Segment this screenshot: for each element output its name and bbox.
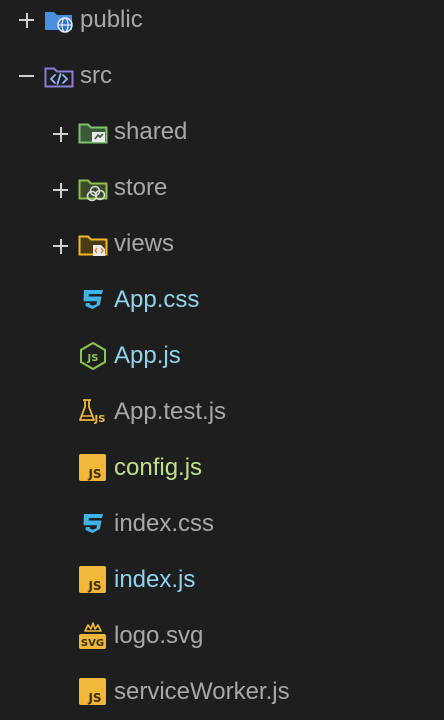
tree-item-label: App.js <box>114 342 181 369</box>
folder-views-icon <box>78 229 108 259</box>
tree-item-src[interactable]: src <box>0 48 444 104</box>
tree-item-shared[interactable]: shared <box>0 104 444 160</box>
tree-item-serviceworker-js[interactable]: JS serviceWorker.js <box>0 664 444 720</box>
javascript-icon: JS <box>78 565 108 595</box>
tree-item-views[interactable]: views <box>0 216 444 272</box>
svg-text:JS: JS <box>87 579 101 593</box>
tree-item-app-test-js[interactable]: JS App.test.js <box>0 384 444 440</box>
tree-item-label: index.css <box>114 510 215 537</box>
tree-item-logo-svg[interactable]: SVG logo.svg <box>0 608 444 664</box>
tree-item-config-js[interactable]: JS config.js <box>0 440 444 496</box>
folder-store-icon <box>78 173 108 203</box>
tree-item-label: views <box>114 230 175 257</box>
svg-text:JS: JS <box>87 691 101 705</box>
css-icon <box>78 509 108 539</box>
svg-text:JS: JS <box>87 353 99 364</box>
tree-item-index-css[interactable]: index.css <box>0 496 444 552</box>
tree-item-label: public <box>80 6 143 33</box>
svg-text:JS: JS <box>94 414 106 425</box>
tree-item-label: serviceWorker.js <box>114 678 290 705</box>
folder-globe-icon <box>44 5 74 35</box>
svg-text:SVG: SVG <box>81 638 104 649</box>
tree-item-label: shared <box>114 118 188 145</box>
file-explorer-tree: public src shared store views App.css JS… <box>0 0 444 716</box>
folder-code-icon <box>44 61 74 91</box>
svg-icon: SVG <box>78 621 108 651</box>
tree-item-app-js[interactable]: JS App.js <box>0 328 444 384</box>
svg-text:JS: JS <box>87 467 101 481</box>
tree-item-public[interactable]: public <box>0 0 444 48</box>
expand-icon[interactable] <box>51 180 71 200</box>
tree-item-label: App.css <box>114 286 200 313</box>
collapse-icon[interactable] <box>17 66 37 86</box>
test-flask-icon: JS <box>78 397 108 427</box>
expand-icon[interactable] <box>51 124 71 144</box>
tree-item-label: App.test.js <box>114 398 227 425</box>
tree-item-app-css[interactable]: App.css <box>0 272 444 328</box>
tree-item-index-js[interactable]: JS index.js <box>0 552 444 608</box>
tree-item-label: store <box>114 174 168 201</box>
nodejs-icon: JS <box>78 341 108 371</box>
folder-shared-icon <box>78 117 108 147</box>
expand-icon[interactable] <box>51 236 71 256</box>
tree-item-store[interactable]: store <box>0 160 444 216</box>
tree-item-label: logo.svg <box>114 622 204 649</box>
css-icon <box>78 285 108 315</box>
expand-icon[interactable] <box>17 10 37 30</box>
javascript-icon: JS <box>78 677 108 707</box>
tree-item-label: config.js <box>114 454 203 481</box>
tree-item-label: index.js <box>114 566 196 593</box>
tree-item-label: src <box>80 62 112 89</box>
javascript-icon: JS <box>78 453 108 483</box>
